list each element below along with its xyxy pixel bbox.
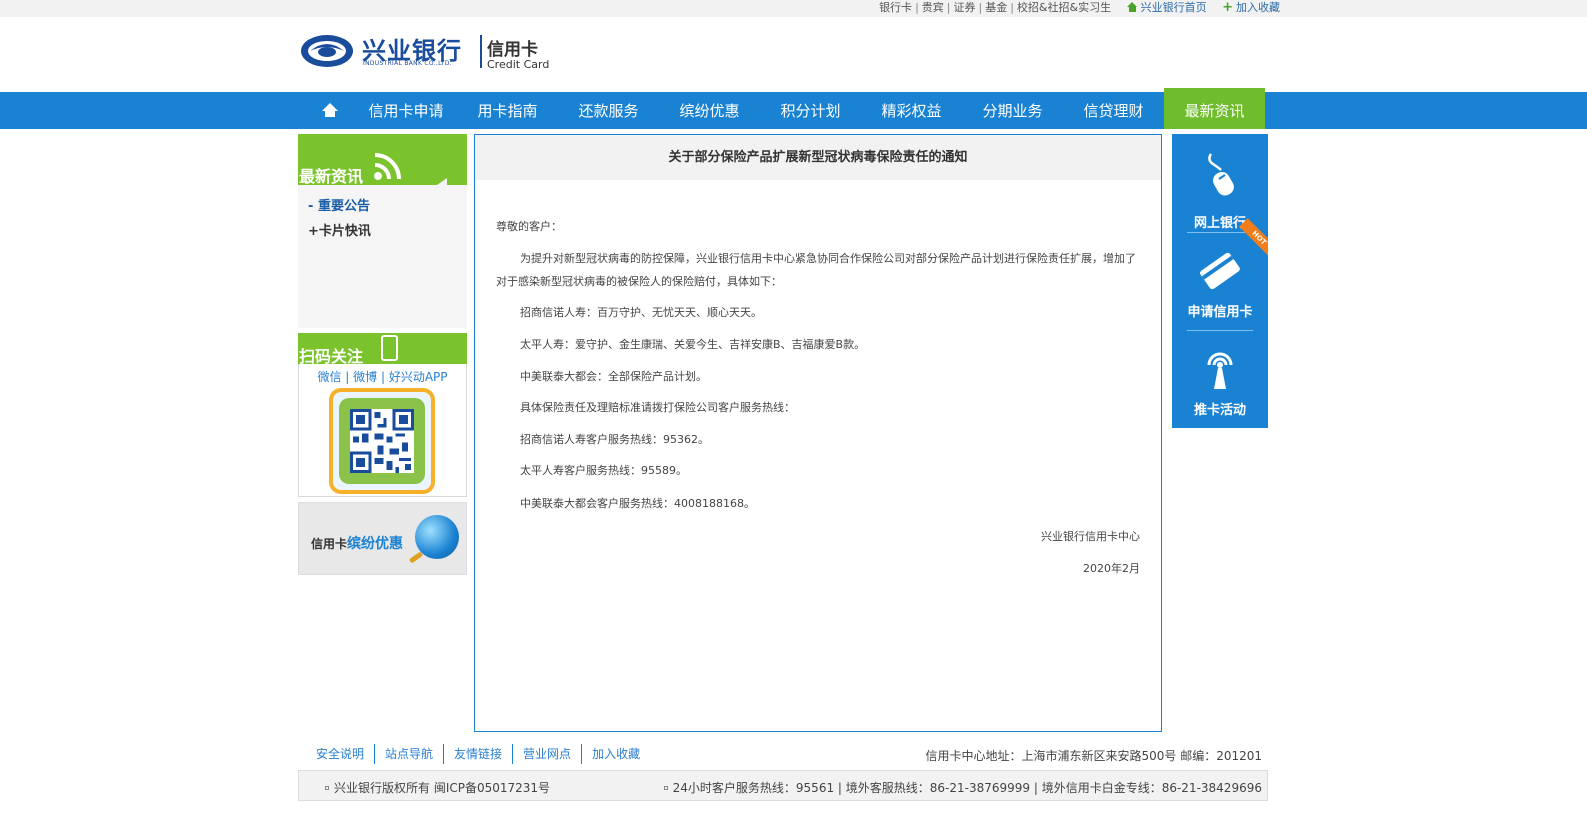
nav-item-loans[interactable]: 信贷理财: [1063, 92, 1164, 129]
logo-divider: [480, 35, 482, 68]
mouse-icon: [1208, 153, 1234, 196]
qr-links[interactable]: 微信 | 微博 | 好兴动APP: [299, 368, 466, 385]
promo-banner[interactable]: 信用卡缤纷优惠: [298, 502, 467, 575]
article-item: 太平人寿客户服务热线：95589。: [520, 464, 687, 477]
article-item: 太平人寿：爱守护、金生康瑞、关爱今生、吉祥安康B、吉福康爱B款。: [520, 338, 866, 351]
home-icon: [322, 103, 338, 118]
footer-copyright: 兴业银行版权所有 闽ICP备05017231号: [325, 779, 550, 796]
nav-item-points[interactable]: 积分计划: [760, 92, 861, 129]
logo-product-cn: 信用卡: [487, 40, 538, 60]
top-link-home[interactable]: 兴业银行首页: [1141, 1, 1207, 14]
main-nav: 信用卡申请 用卡指南 还款服务 缤纷优惠 积分计划 精彩权益 分期业务 信贷理财…: [0, 88, 1587, 129]
footer-link-favorite[interactable]: 加入收藏: [582, 744, 650, 764]
news-panel-header: 最新资讯: [298, 134, 467, 186]
article-item: 中美联泰大都会：全部保险产品计划。: [520, 370, 707, 383]
credit-card-icon: [1200, 252, 1240, 290]
top-link-bank-card[interactable]: 银行卡: [879, 1, 912, 14]
qr-panel-title: 扫码关注: [299, 347, 364, 366]
rss-icon: [374, 153, 401, 180]
article-intro: 为提升对新型冠状病毒的防控保障，兴业银行信用卡中心紧急协同合作保险公司对部分保险…: [496, 252, 1136, 288]
nav-item-installment[interactable]: 分期业务: [962, 92, 1063, 129]
promo-prefix: 信用卡: [311, 537, 348, 551]
nav-item-benefits[interactable]: 精彩权益: [861, 92, 962, 129]
left-news-panel: 最新资讯 - 重要公告 +卡片快讯: [298, 134, 467, 328]
article-item: 具体保险责任及理赔标准请拨打保险公司客户服务热线：: [520, 401, 795, 414]
qr-code-frame: [329, 388, 435, 494]
nav-item-offers[interactable]: 缤纷优惠: [659, 92, 760, 129]
footer-address: 信用卡中心地址：上海市浦东新区来安路500号 邮编：201201: [925, 749, 1262, 763]
qr-code-image: [350, 409, 414, 473]
quick-link-apply-card[interactable]: 申请信用卡: [1172, 239, 1268, 329]
plus-icon: +: [1222, 0, 1233, 15]
quick-link-label: 申请信用卡: [1187, 305, 1253, 320]
phone-icon: [381, 335, 398, 361]
article-date: 2020年2月: [1083, 562, 1140, 575]
nav-item-news[interactable]: 最新资讯: [1164, 88, 1265, 129]
bank-logo[interactable]: 兴业银行 INDUSTRIAL BANK CO.,LTD. 信用卡 Credit…: [300, 30, 550, 74]
logo-product-en: Credit Card: [487, 58, 550, 71]
top-link-vip[interactable]: 贵宾: [922, 1, 944, 14]
footer-link-branches[interactable]: 营业网点: [513, 744, 583, 764]
nav-item-guide[interactable]: 用卡指南: [457, 92, 558, 129]
quick-link-online-banking[interactable]: 网上银行: [1172, 142, 1268, 232]
bullet-icon: [663, 786, 668, 790]
footer-links: 安全说明 站点导航 友情链接 营业网点 加入收藏: [306, 744, 650, 764]
top-link-securities[interactable]: 证券: [954, 1, 976, 14]
article-panel: 关于部分保险产品扩展新型冠状病毒保险责任的通知 尊敬的客户： 为提升对新型冠状病…: [474, 134, 1162, 732]
home-icon: [1126, 2, 1138, 12]
article-title: 关于部分保险产品扩展新型冠状病毒保险责任的通知: [475, 135, 1161, 180]
article-item: 招商信诺人寿：百万守护、无忧天天、顺心天天。: [520, 306, 762, 319]
footer-link-security[interactable]: 安全说明: [306, 744, 376, 764]
side-link-card-news[interactable]: +卡片快讯: [308, 220, 371, 239]
nav-home[interactable]: [305, 92, 355, 129]
footer-link-friends[interactable]: 友情链接: [444, 744, 514, 764]
top-bar: 银行卡 | 贵宾 | 证券 | 基金 | 校招&社招&实习生 兴业银行首页 + 加入收藏: [0, 0, 1587, 17]
article-greeting: 尊敬的客户：: [496, 220, 562, 233]
quick-link-label: 推卡活动: [1193, 403, 1246, 418]
footer-bar: 兴业银行版权所有 闽ICP备05017231号 24小时客户服务热线：95561…: [298, 770, 1268, 801]
logo-name-en: INDUSTRIAL BANK CO.,LTD.: [363, 60, 452, 67]
quick-link-card-promotion[interactable]: 推卡活动: [1172, 339, 1268, 428]
top-links: 银行卡 | 贵宾 | 证券 | 基金 | 校招&社招&实习生 兴业银行首页 + 加入收藏: [879, 0, 1280, 15]
right-quick-links: 网上银行 HOT 申请信用卡 推卡活动: [1172, 134, 1268, 428]
promo-highlight: 缤纷优惠: [347, 536, 404, 552]
article-item: 中美联泰大都会客户服务热线：4008188168。: [520, 497, 755, 510]
side-link-announcement[interactable]: - 重要公告: [308, 195, 370, 214]
article-signature: 兴业银行信用卡中心: [1041, 530, 1140, 543]
top-link-recruit[interactable]: 校招&社招&实习生: [1017, 1, 1111, 14]
top-link-favorite[interactable]: 加入收藏: [1236, 1, 1280, 14]
top-link-fund[interactable]: 基金: [985, 1, 1007, 14]
footer-hotlines: 24小时客户服务热线：95561 | 境外客服热线：86-21-38769999…: [663, 779, 1262, 796]
article-item: 招商信诺人寿客户服务热线：95362。: [520, 433, 709, 446]
footer-link-sitemap[interactable]: 站点导航: [375, 744, 445, 764]
nav-item-repayment[interactable]: 还款服务: [558, 92, 659, 129]
news-panel-title: 最新资讯: [299, 167, 364, 186]
nav-list: 信用卡申请 用卡指南 还款服务 缤纷优惠 积分计划 精彩权益 分期业务 信贷理财…: [305, 88, 1265, 129]
qr-panel-header: 扫码关注: [298, 333, 467, 366]
logo-swirl-icon: [301, 35, 353, 67]
signal-tower-icon: [1207, 352, 1233, 389]
nav-item-apply[interactable]: 信用卡申请: [355, 92, 457, 129]
bullet-icon: [325, 786, 329, 790]
left-qr-panel: 扫码关注 微信 | 微博 | 好兴动APP: [298, 333, 467, 497]
